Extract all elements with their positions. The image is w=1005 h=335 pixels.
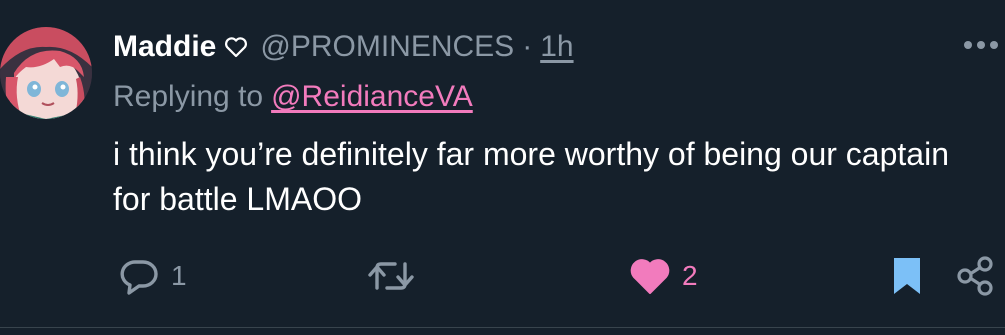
reply-button[interactable]: 1 [117,248,187,304]
retweet-button[interactable] [367,248,425,304]
avatar[interactable] [0,27,92,119]
more-options-button[interactable] [961,30,1001,60]
reply-count: 1 [171,260,187,291]
tweet-text: i think you’re definitely far more worth… [113,136,949,217]
avatar-image [0,27,92,119]
like-count: 2 [682,260,698,291]
reply-mention-link[interactable]: @ReidianceVA [271,80,473,113]
bookmark-icon [894,258,920,294]
tweet[interactable]: Maddie @PROMINENCES · 1h Replying to @Rei… [0,0,1005,335]
author-display-name[interactable]: Maddie [113,30,216,64]
share-button[interactable] [953,248,997,304]
author-handle[interactable]: @PROMINENCES [260,30,514,64]
retweet-icon [368,262,414,290]
tweet-header: Maddie @PROMINENCES · 1h [113,26,574,68]
replying-to: Replying to @ReidianceVA [113,80,473,114]
like-button[interactable]: 2 [628,248,698,304]
replying-to-prefix: Replying to [113,80,264,113]
reply-icon [120,260,158,295]
more-icon [964,41,998,49]
share-icon [957,256,993,296]
heart-outline-icon [224,36,248,58]
header-separator: · [522,30,533,63]
bookmark-button[interactable] [890,248,924,304]
tweet-divider [0,327,1005,328]
tweet-timestamp[interactable]: 1h [540,30,573,64]
like-icon [630,259,670,294]
tweet-actions: 1 2 [113,248,1005,304]
